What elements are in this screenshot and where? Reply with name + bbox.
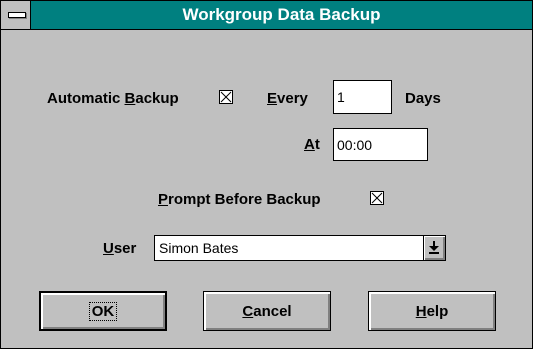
checkbox-x-icon [220, 91, 232, 103]
prompt-before-backup-label[interactable]: Prompt Before Backup [158, 191, 321, 208]
user-label: User [103, 240, 137, 257]
dropdown-arrow-icon [429, 241, 439, 254]
every-label: Every [267, 90, 308, 107]
title-bar[interactable]: Workgroup Data Backup [1, 1, 532, 30]
automatic-backup-checkbox[interactable] [219, 90, 233, 104]
system-menu-icon [8, 12, 26, 18]
user-combobox[interactable]: Simon Bates [154, 235, 446, 261]
help-button-label: Help [415, 302, 449, 320]
cancel-button[interactable]: Cancel [203, 291, 331, 331]
ok-button-label: OK [88, 301, 118, 321]
dialog-window: Workgroup Data Backup Automatic Backup E… [0, 0, 533, 349]
at-time-input[interactable]: 00:00 [333, 128, 428, 161]
user-dropdown-button[interactable] [423, 236, 445, 260]
cancel-button-label: Cancel [242, 302, 292, 320]
user-value: Simon Bates [159, 240, 239, 256]
ok-button[interactable]: OK [39, 291, 167, 331]
window-title: Workgroup Data Backup [182, 5, 381, 24]
days-label: Days [405, 90, 441, 107]
checkbox-x-icon [371, 192, 383, 204]
every-days-input[interactable]: 1 [333, 80, 392, 114]
help-button[interactable]: Help [368, 291, 496, 331]
at-label: At [304, 136, 320, 153]
system-menu-button[interactable] [1, 1, 31, 29]
automatic-backup-label[interactable]: Automatic Backup [47, 90, 179, 107]
prompt-before-backup-checkbox[interactable] [370, 191, 384, 205]
